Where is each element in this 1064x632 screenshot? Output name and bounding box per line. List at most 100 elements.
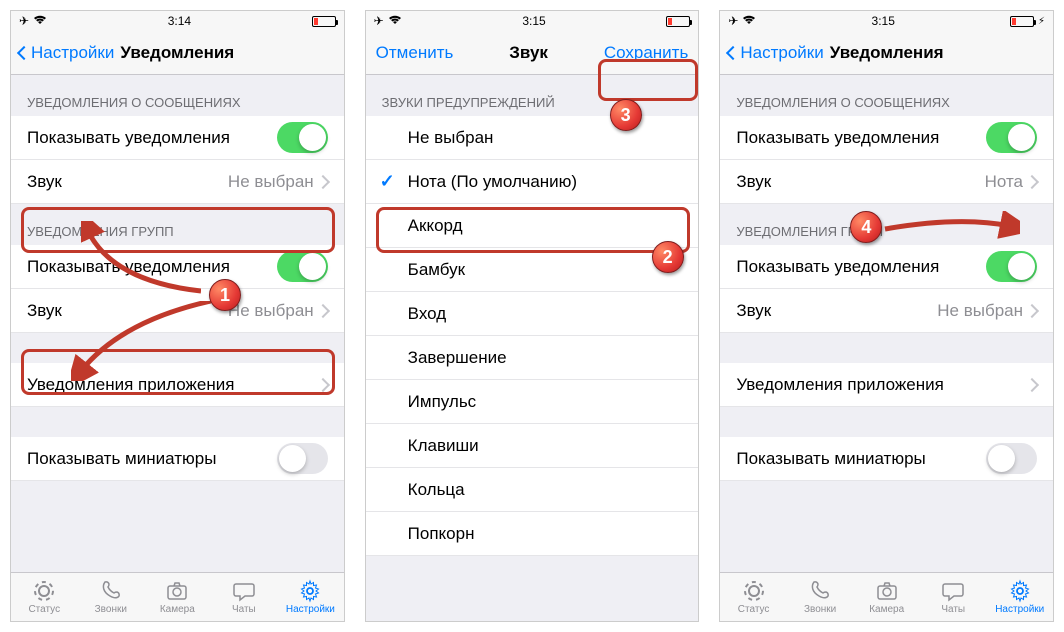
- sound-option-label: Попкорн: [408, 524, 475, 544]
- row-label: Звук: [736, 172, 984, 192]
- row-app-notifications[interactable]: Уведомления приложения: [11, 363, 344, 407]
- sound-option-label: Завершение: [408, 348, 507, 368]
- tab-chats[interactable]: Чаты: [920, 573, 987, 621]
- tab-calls[interactable]: Звонки: [78, 573, 145, 621]
- sound-option-label: Кольца: [408, 480, 465, 500]
- sound-option[interactable]: Не выбран: [366, 116, 699, 160]
- row-show-notifications[interactable]: Показывать уведомления: [720, 116, 1053, 160]
- row-value: Нота: [985, 172, 1023, 192]
- sound-option-label: Импульс: [408, 392, 477, 412]
- phone-screen-3: ✈︎ 3:15 ⚡︎ Настройки Уведомления УВЕДОМЛ…: [719, 10, 1054, 622]
- row-label: Звук: [27, 172, 228, 192]
- row-label: Показывать уведомления: [736, 128, 986, 148]
- toggle-show-thumbnails[interactable]: [986, 443, 1037, 474]
- camera-icon: [165, 579, 189, 603]
- row-label: Показывать миниатюры: [27, 449, 277, 469]
- row-sound-groups[interactable]: Звук Не выбран: [11, 289, 344, 333]
- back-button[interactable]: Настройки: [730, 43, 823, 63]
- airplane-icon: ✈︎: [19, 14, 29, 28]
- chevron-left-icon: [21, 46, 29, 59]
- sound-option[interactable]: Завершение: [366, 336, 699, 380]
- tab-label: Звонки: [95, 604, 127, 615]
- save-button[interactable]: Сохранить: [604, 43, 688, 63]
- phone-screen-2: ✈︎ 3:15 Отменить Звук Сохранить ЗВУКИ ПР…: [365, 10, 700, 622]
- nav-bar: Настройки Уведомления: [11, 31, 344, 75]
- sound-option[interactable]: Бамбук: [366, 248, 699, 292]
- wifi-icon: [388, 14, 402, 28]
- sound-option-label: Клавиши: [408, 436, 479, 456]
- row-sound-messages[interactable]: Звук Нота: [720, 160, 1053, 204]
- page-title: Звук: [509, 43, 548, 63]
- tab-camera[interactable]: Камера: [853, 573, 920, 621]
- tab-chats[interactable]: Чаты: [211, 573, 278, 621]
- section-header-messages: УВЕДОМЛЕНИЯ О СООБЩЕНИЯХ: [720, 75, 1053, 116]
- row-show-thumbnails[interactable]: Показывать миниатюры: [720, 437, 1053, 481]
- sound-option[interactable]: Импульс: [366, 380, 699, 424]
- phone-icon: [808, 579, 832, 603]
- section-header-alert-sounds: ЗВУКИ ПРЕДУПРЕЖДЕНИЙ: [366, 75, 699, 116]
- step-badge-1: 1: [209, 279, 241, 311]
- toggle-show-notifications[interactable]: [277, 122, 328, 153]
- gear-icon: [298, 579, 322, 603]
- wifi-icon: [742, 14, 756, 28]
- sound-option-label: Вход: [408, 304, 446, 324]
- toggle-show-notifications-groups[interactable]: [986, 251, 1037, 282]
- tab-label: Настройки: [995, 604, 1044, 615]
- row-show-thumbnails[interactable]: Показывать миниатюры: [11, 437, 344, 481]
- row-label: Уведомления приложения: [736, 375, 1029, 395]
- chevron-right-icon: [320, 175, 328, 188]
- battery-icon: [312, 16, 336, 27]
- tab-bar: Статус Звонки Камера Чаты Настройки: [11, 572, 344, 621]
- row-show-notifications[interactable]: Показывать уведомления: [11, 116, 344, 160]
- tab-label: Камера: [869, 604, 904, 615]
- tab-status[interactable]: Статус: [11, 573, 78, 621]
- sound-option[interactable]: ✓ Нота (По умолчанию): [366, 160, 699, 204]
- row-label: Показывать уведомления: [27, 128, 277, 148]
- sound-option-label: Не выбран: [408, 128, 494, 148]
- sound-option[interactable]: Вход: [366, 292, 699, 336]
- status-time: 3:14: [168, 14, 191, 28]
- status-icon: [742, 579, 766, 603]
- sound-list: Не выбран ✓ Нота (По умолчанию) Аккорд Бамбу…: [366, 116, 699, 556]
- tab-calls[interactable]: Звонки: [787, 573, 854, 621]
- sound-option[interactable]: Аккорд: [366, 204, 699, 248]
- toggle-show-notifications[interactable]: [986, 122, 1037, 153]
- content: ЗВУКИ ПРЕДУПРЕЖДЕНИЙ Не выбран ✓ Нота (По …: [366, 75, 699, 621]
- sound-option-label: Нота (По умолчанию): [408, 172, 577, 192]
- tab-label: Настройки: [286, 604, 335, 615]
- row-app-notifications[interactable]: Уведомления приложения: [720, 363, 1053, 407]
- status-icon: [32, 579, 56, 603]
- tab-camera[interactable]: Камера: [144, 573, 211, 621]
- row-show-notifications-groups[interactable]: Показывать уведомления: [11, 245, 344, 289]
- row-label: Звук: [27, 301, 228, 321]
- checkmark-icon: ✓: [380, 171, 395, 192]
- row-sound-groups[interactable]: Звук Не выбран: [720, 289, 1053, 333]
- tab-settings[interactable]: Настройки: [986, 573, 1053, 621]
- sound-option[interactable]: Клавиши: [366, 424, 699, 468]
- content: УВЕДОМЛЕНИЯ О СООБЩЕНИЯХ Показывать увед…: [720, 75, 1053, 572]
- section-header-messages: УВЕДОМЛЕНИЯ О СООБЩЕНИЯХ: [11, 75, 344, 116]
- chevron-right-icon: [1029, 304, 1037, 317]
- step-badge-2: 2: [652, 241, 684, 273]
- nav-bar: Настройки Уведомления: [720, 31, 1053, 75]
- toggle-show-thumbnails[interactable]: [277, 443, 328, 474]
- sound-option[interactable]: Кольца: [366, 468, 699, 512]
- row-label: Показывать уведомления: [27, 257, 277, 277]
- row-value: Не выбран: [937, 301, 1023, 321]
- sound-option-label: Бамбук: [408, 260, 465, 280]
- tab-status[interactable]: Статус: [720, 573, 787, 621]
- phone-icon: [99, 579, 123, 603]
- cancel-button[interactable]: Отменить: [376, 43, 454, 63]
- airplane-icon: ✈︎: [374, 14, 384, 28]
- toggle-show-notifications-groups[interactable]: [277, 251, 328, 282]
- back-button[interactable]: Настройки: [21, 43, 114, 63]
- nav-bar: Отменить Звук Сохранить: [366, 31, 699, 75]
- tab-settings[interactable]: Настройки: [277, 573, 344, 621]
- battery-icon: [666, 16, 690, 27]
- chevron-left-icon: [730, 46, 738, 59]
- row-sound-messages[interactable]: Звук Не выбран: [11, 160, 344, 204]
- sound-option[interactable]: Попкорн: [366, 512, 699, 556]
- content: УВЕДОМЛЕНИЯ О СООБЩЕНИЯХ Показывать увед…: [11, 75, 344, 572]
- tab-label: Звонки: [804, 604, 836, 615]
- row-show-notifications-groups[interactable]: Показывать уведомления: [720, 245, 1053, 289]
